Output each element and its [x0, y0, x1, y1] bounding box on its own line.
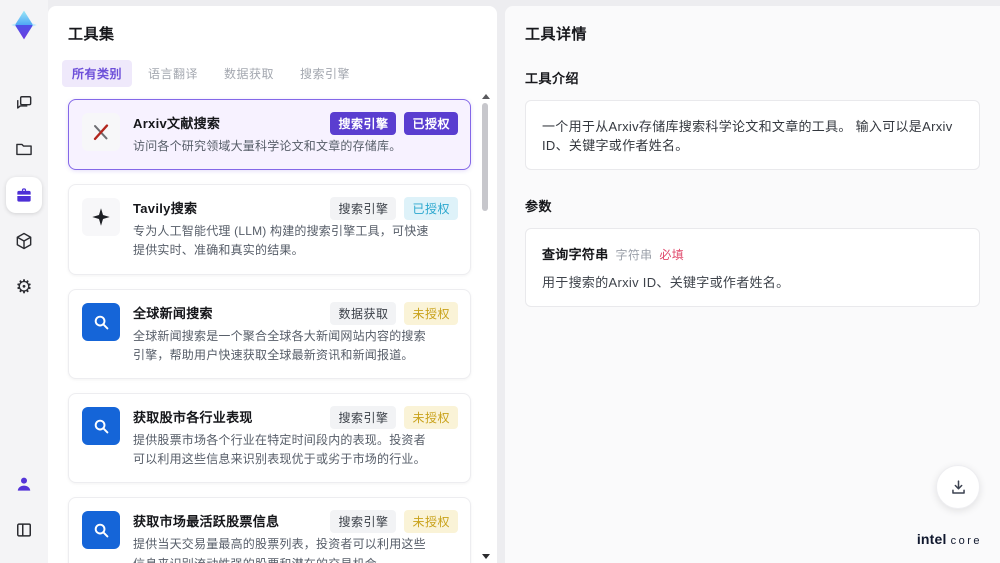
- user-icon: [14, 474, 34, 494]
- tool-intro-box: 一个用于从Arxiv存储库搜索科学论文和文章的工具。 输入可以是Arxiv ID…: [525, 100, 980, 170]
- tool-tags: 搜索引擎 未授权: [330, 510, 458, 534]
- tool-card[interactable]: Tavily搜索 专为人工智能代理 (LLM) 构建的搜索引擎工具，可快速提供实…: [68, 184, 471, 275]
- intro-section-title: 工具介绍: [525, 71, 580, 86]
- tool-list: Arxiv文献搜索 访问各个研究领域大量科学论文和文章的存储库。 搜索引擎 已授…: [68, 99, 497, 563]
- scrollbar-thumb[interactable]: [482, 103, 488, 211]
- app-logo-icon: [7, 8, 41, 42]
- download-icon: [949, 478, 968, 497]
- category-tabs: 所有类别 语言翻译 数据获取 搜索引擎: [62, 60, 497, 87]
- scroll-up-arrow[interactable]: [482, 94, 490, 99]
- blue-search-icon: [82, 302, 120, 341]
- param-type: 字符串: [615, 248, 653, 262]
- tab-search[interactable]: 搜索引擎: [290, 60, 360, 87]
- panel-toggle-icon: [14, 520, 34, 540]
- category-tag: 数据获取: [330, 301, 397, 325]
- cube-icon: [14, 231, 34, 251]
- gear-icon: ⚙: [15, 276, 33, 298]
- sidebar-item-packages[interactable]: [6, 223, 42, 259]
- tab-translation[interactable]: 语言翻译: [138, 60, 208, 87]
- category-tag: 搜索引擎: [330, 197, 397, 221]
- app-sidebar: ⚙: [0, 0, 48, 563]
- list-scrollbar[interactable]: [480, 94, 490, 559]
- auth-status-badge: 未授权: [404, 510, 458, 534]
- download-button[interactable]: [936, 465, 980, 509]
- tool-card[interactable]: 获取市场最活跃股票信息 提供当天交易量最高的股票列表，投资者可以利用这些信息来识…: [68, 497, 471, 563]
- detail-title: 工具详情: [525, 26, 588, 43]
- tool-description: 专为人工智能代理 (LLM) 构建的搜索引擎工具，可快速提供实时、准确和真实的结…: [133, 224, 429, 258]
- sidebar-item-tools[interactable]: [6, 177, 42, 213]
- param-header: 查询字符串 字符串 必填: [542, 244, 963, 263]
- workspace: 工具集 所有类别 语言翻译 数据获取 搜索引擎 Arxiv文献搜索 访问各个研究领域大…: [48, 0, 1000, 563]
- briefcase-icon: [14, 185, 34, 205]
- tavily-icon: [82, 198, 120, 237]
- blue-search-icon: [82, 511, 120, 550]
- tool-tags: 搜索引擎 已授权: [330, 197, 458, 221]
- param-required-badge: 必填: [659, 248, 685, 262]
- intel-core-logo: intel core: [917, 531, 982, 547]
- tool-card[interactable]: 全球新闻搜索 全球新闻搜索是一个聚合全球各大新闻网站内容的搜索引擎，帮助用户快速…: [68, 288, 471, 379]
- blue-search-icon: [82, 406, 120, 445]
- tool-card[interactable]: Arxiv文献搜索 访问各个研究领域大量科学论文和文章的存储库。 搜索引擎 已授…: [68, 99, 471, 171]
- sidebar-item-files[interactable]: [6, 131, 42, 167]
- folder-icon: [14, 139, 34, 159]
- tool-description: 全球新闻搜索是一个聚合全球各大新闻网站内容的搜索引擎，帮助用户快速获取全球最新资…: [133, 328, 426, 362]
- tool-tags: 数据获取 未授权: [330, 301, 458, 325]
- tab-all[interactable]: 所有类别: [62, 60, 133, 87]
- param-box: 查询字符串 字符串 必填 用于搜索的Arxiv ID、关键字或作者姓名。: [525, 228, 980, 307]
- auth-status-badge: 已授权: [404, 112, 458, 135]
- tool-tags: 搜索引擎 已授权: [330, 112, 458, 135]
- intel-logo-text: intel: [916, 531, 947, 547]
- chat-icon: [14, 93, 34, 113]
- auth-status-badge: 未授权: [404, 405, 458, 429]
- sidebar-item-user[interactable]: [6, 466, 42, 502]
- tool-tags: 搜索引擎 未授权: [330, 405, 458, 429]
- auth-status-badge: 已授权: [404, 197, 458, 221]
- auth-status-badge: 未授权: [404, 301, 458, 325]
- param-name: 查询字符串: [542, 247, 609, 262]
- arxiv-icon: [82, 113, 120, 151]
- tool-description: 提供当天交易量最高的股票列表，投资者可以利用这些信息来识别流动性强的股票和潜在的…: [133, 537, 426, 563]
- tool-description: 访问各个研究领域大量科学论文和文章的存储库。: [133, 139, 402, 153]
- param-description: 用于搜索的Arxiv ID、关键字或作者姓名。: [542, 275, 790, 290]
- category-tag: 搜索引擎: [330, 112, 397, 135]
- tool-list-panel: 工具集 所有类别 语言翻译 数据获取 搜索引擎 Arxiv文献搜索 访问各个研究领域大…: [48, 6, 497, 563]
- tool-card[interactable]: 获取股市各行业表现 提供股票市场各个行业在特定时间段内的表现。投资者可以利用这些…: [68, 392, 471, 484]
- params-section-title: 参数: [525, 199, 553, 214]
- tool-detail-panel: 工具详情 工具介绍 一个用于从Arxiv存储库搜索科学论文和文章的工具。 输入可…: [505, 6, 1000, 563]
- scroll-down-arrow[interactable]: [482, 554, 490, 559]
- core-logo-text: core: [950, 535, 982, 547]
- tab-data[interactable]: 数据获取: [214, 60, 284, 87]
- category-tag: 搜索引擎: [330, 405, 397, 429]
- page-title: 工具集: [68, 26, 115, 43]
- sidebar-item-panel-toggle[interactable]: [6, 512, 42, 548]
- sidebar-item-settings[interactable]: ⚙: [6, 269, 42, 305]
- category-tag: 搜索引擎: [330, 510, 397, 534]
- sidebar-item-chat[interactable]: [6, 85, 42, 121]
- tool-description: 提供股票市场各个行业在特定时间段内的表现。投资者可以利用这些信息来识别表现优于或…: [133, 432, 426, 467]
- tool-intro-text: 一个用于从Arxiv存储库搜索科学论文和文章的工具。 输入可以是Arxiv ID…: [542, 119, 953, 153]
